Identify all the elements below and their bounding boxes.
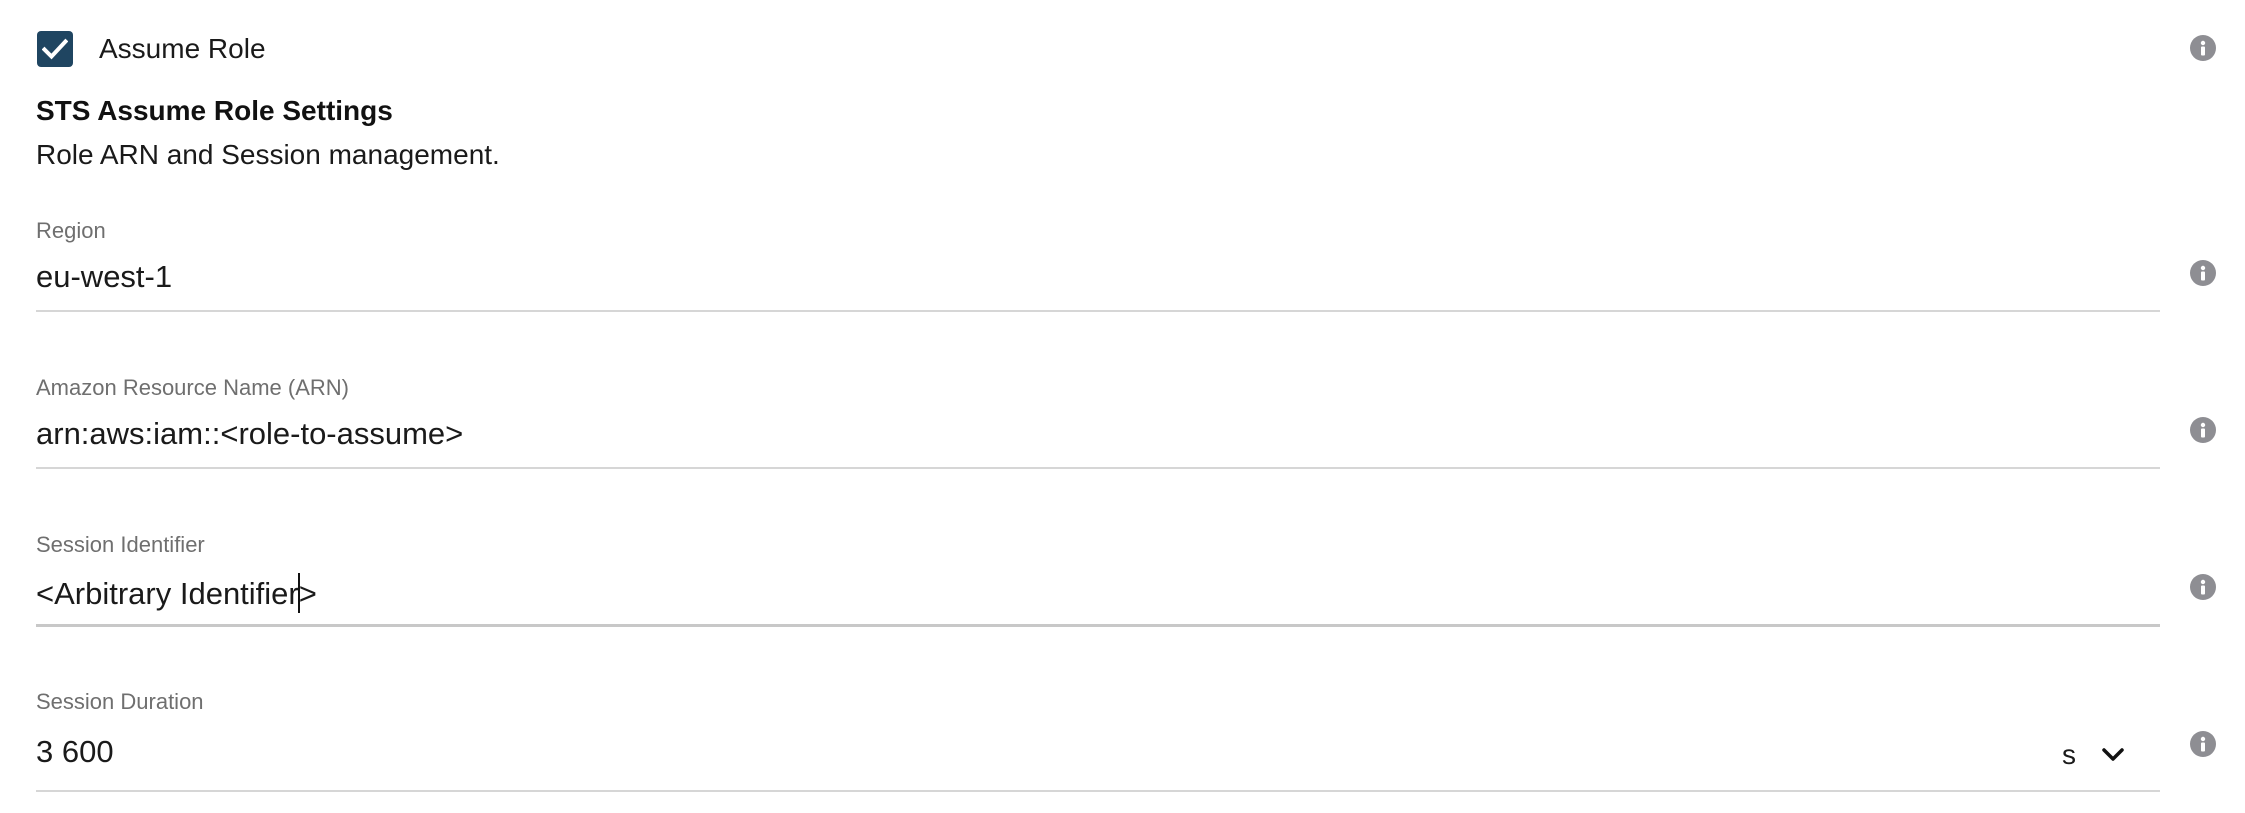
arn-field[interactable]: Amazon Resource Name (ARN) arn:aws:iam::…: [36, 375, 2160, 471]
session-duration-input[interactable]: 3 600: [36, 734, 114, 770]
session-identifier-text-after-caret: >: [298, 576, 317, 611]
session-identifier-field[interactable]: Session Identifier <Arbitrary Identifier…: [36, 532, 2160, 628]
session-identifier-info-icon[interactable]: [2190, 574, 2216, 600]
region-input[interactable]: eu-west-1: [36, 259, 172, 295]
assume-role-checkbox[interactable]: [37, 31, 73, 67]
chevron-down-icon: [2102, 748, 2124, 761]
duration-unit-select[interactable]: s: [2062, 739, 2124, 771]
session-identifier-label: Session Identifier: [36, 532, 205, 557]
assume-role-info-icon[interactable]: [2190, 35, 2216, 61]
region-underline: [36, 310, 2160, 312]
session-identifier-input[interactable]: <Arbitrary Identifier>: [36, 573, 317, 613]
checkmark-icon: [42, 38, 68, 60]
sts-settings-panel: Assume Role STS Assume Role Settings Rol…: [0, 0, 2245, 813]
assume-role-label[interactable]: Assume Role: [99, 33, 266, 65]
arn-info-icon[interactable]: [2190, 417, 2216, 443]
arn-label: Amazon Resource Name (ARN): [36, 375, 349, 400]
section-description: Role ARN and Session management.: [36, 139, 500, 170]
session-duration-label: Session Duration: [36, 689, 204, 714]
arn-input[interactable]: arn:aws:iam::<role-to-assume>: [36, 416, 463, 452]
duration-unit-value: s: [2062, 739, 2076, 770]
session-duration-field[interactable]: Session Duration 3 600 s: [36, 689, 2160, 793]
arn-underline: [36, 467, 2160, 469]
assume-role-row: Assume Role: [37, 30, 266, 68]
section-title: STS Assume Role Settings: [36, 95, 393, 126]
session-duration-underline: [36, 790, 2160, 792]
region-info-icon[interactable]: [2190, 260, 2216, 286]
session-duration-info-icon[interactable]: [2190, 731, 2216, 757]
session-identifier-underline: [36, 624, 2160, 627]
region-label: Region: [36, 218, 106, 243]
region-field[interactable]: Region eu-west-1: [36, 218, 2160, 314]
session-identifier-text-before-caret: <Arbitrary Identifier: [36, 576, 299, 611]
